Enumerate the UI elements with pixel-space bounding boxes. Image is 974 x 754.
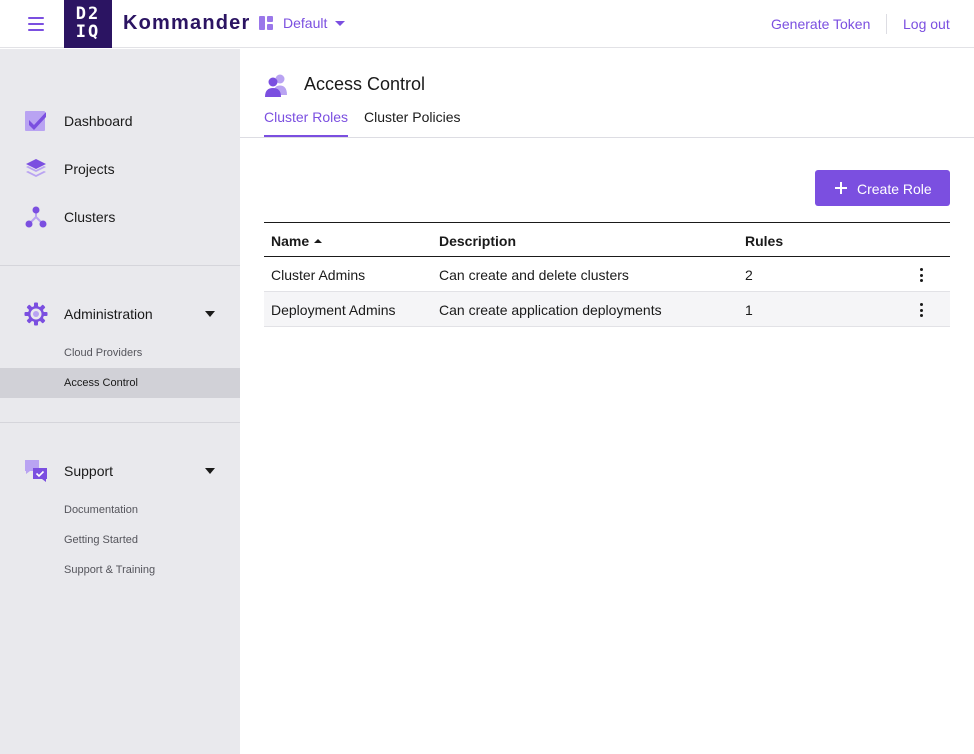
- top-header: D2 IQ Kommander Default Generate Token L…: [0, 0, 974, 48]
- dashboard-icon: [25, 111, 46, 131]
- table-row[interactable]: Cluster Admins Can create and delete clu…: [264, 257, 950, 292]
- role-description: Can create application deployments: [439, 302, 662, 318]
- users-icon: [265, 74, 287, 97]
- sidebar-subitem-label: Support & Training: [64, 564, 156, 576]
- sidebar-subitem-cloud-providers[interactable]: Cloud Providers: [0, 338, 240, 368]
- sidebar-item-label: Clusters: [64, 209, 116, 225]
- sidebar-item-dashboard[interactable]: Dashboard: [0, 101, 240, 141]
- sidebar-item-label: Administration: [64, 306, 153, 322]
- sidebar-item-clusters[interactable]: Clusters: [0, 197, 240, 237]
- sidebar-subitem-label: Documentation: [64, 504, 138, 516]
- workspace-selector[interactable]: Default: [259, 15, 346, 31]
- sidebar-divider: [0, 422, 240, 423]
- app-name: Kommander: [123, 12, 251, 34]
- table-header: Name Description Rules: [264, 222, 950, 257]
- column-header-label: Name: [271, 233, 310, 249]
- sidebar-subitem-documentation[interactable]: Documentation: [0, 495, 240, 525]
- clusters-icon: [25, 206, 47, 228]
- plus-icon: [835, 182, 847, 194]
- sidebar-item-label: Dashboard: [64, 113, 133, 129]
- logo-line-2: IQ: [75, 22, 101, 42]
- role-rules-count: 1: [745, 302, 753, 318]
- table-row[interactable]: Deployment Admins Can create application…: [264, 292, 950, 327]
- chevron-down-icon[interactable]: [205, 468, 215, 474]
- generate-token-link[interactable]: Generate Token: [771, 16, 870, 32]
- sidebar-divider: [0, 265, 240, 266]
- sidebar-subitem-access-control[interactable]: Access Control: [0, 368, 240, 398]
- main-content: Access Control Cluster Roles Cluster Pol…: [240, 49, 974, 754]
- workspace-icon: [259, 16, 273, 30]
- sidebar-subitem-label: Cloud Providers: [64, 347, 143, 359]
- role-rules-count: 2: [745, 267, 753, 283]
- more-options-icon[interactable]: [914, 268, 928, 282]
- workspace-label: Default: [283, 15, 328, 31]
- tab-cluster-policies[interactable]: Cluster Policies: [364, 109, 460, 135]
- role-name: Deployment Admins: [271, 302, 396, 318]
- role-name: Cluster Admins: [271, 267, 366, 283]
- d2iq-logo[interactable]: D2 IQ: [64, 0, 112, 48]
- sidebar-subitem-getting-started[interactable]: Getting Started: [0, 525, 240, 555]
- logout-link[interactable]: Log out: [903, 16, 950, 32]
- sidebar-subitem-label: Access Control: [64, 377, 138, 389]
- roles-table: Name Description Rules Cluster Admins Ca…: [264, 222, 950, 327]
- tabs-divider: [240, 137, 974, 138]
- create-role-label: Create Role: [857, 181, 932, 197]
- sidebar-item-administration[interactable]: Administration: [0, 294, 240, 334]
- page-title: Access Control: [304, 74, 426, 94]
- support-chat-icon: [25, 460, 47, 482]
- menu-icon[interactable]: [28, 17, 44, 31]
- sidebar-subitem-support-training[interactable]: Support & Training: [0, 555, 240, 585]
- chevron-down-icon: [335, 20, 346, 26]
- sidebar: Dashboard Projects Clusters Administrati…: [0, 49, 240, 754]
- column-header-description: Description: [439, 233, 517, 249]
- more-options-icon[interactable]: [914, 303, 928, 317]
- sidebar-item-support[interactable]: Support: [0, 451, 240, 491]
- role-description: Can create and delete clusters: [439, 267, 629, 283]
- gear-icon: [24, 302, 48, 326]
- column-header-rules: Rules: [745, 233, 784, 249]
- sidebar-item-label: Support: [64, 463, 114, 479]
- sidebar-item-label: Projects: [64, 161, 115, 177]
- chevron-down-icon[interactable]: [205, 311, 215, 317]
- tab-cluster-roles[interactable]: Cluster Roles: [264, 109, 349, 137]
- sidebar-item-projects[interactable]: Projects: [0, 149, 240, 189]
- column-header-name[interactable]: Name: [271, 233, 323, 249]
- sort-ascending-icon: [314, 239, 323, 243]
- header-divider: [886, 14, 887, 34]
- sidebar-subitem-label: Getting Started: [64, 534, 138, 546]
- create-role-button[interactable]: Create Role: [815, 170, 950, 206]
- projects-icon: [26, 159, 46, 177]
